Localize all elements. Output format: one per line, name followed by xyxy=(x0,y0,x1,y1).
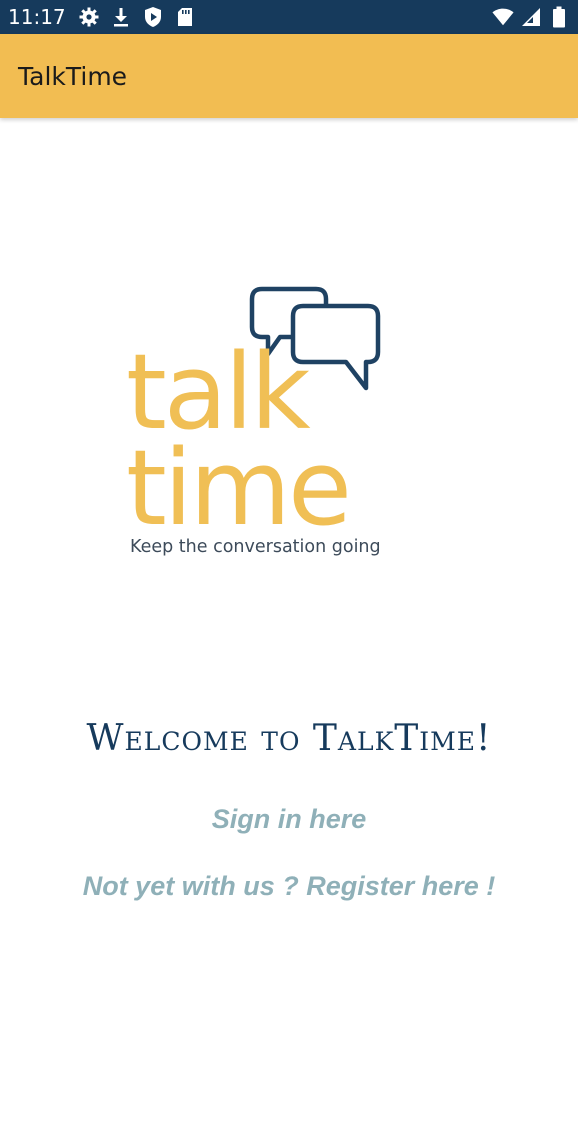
screen: 11:17 TalkTime talk time Keep the conver… xyxy=(0,0,578,1132)
download-icon xyxy=(110,6,132,28)
sd-card-icon xyxy=(174,6,196,28)
register-link[interactable]: Not yet with us ? Register here ! xyxy=(0,871,578,902)
status-bar: 11:17 xyxy=(0,0,578,34)
status-right-icons xyxy=(492,6,570,28)
app-bar: TalkTime xyxy=(0,34,578,118)
talktime-logo: talk time xyxy=(120,280,460,570)
signal-icon xyxy=(520,6,542,28)
battery-icon xyxy=(548,6,570,28)
logo-graphic: talk time xyxy=(126,286,381,549)
app-title: TalkTime xyxy=(18,61,128,91)
sign-in-link[interactable]: Sign in here xyxy=(0,804,578,835)
welcome-heading: Welcome to TalkTime! xyxy=(86,718,492,759)
logo-tagline: Keep the conversation going xyxy=(130,537,381,557)
settings-icon xyxy=(78,6,100,28)
wifi-icon xyxy=(492,6,514,28)
status-left-icons xyxy=(78,6,196,28)
shield-play-icon xyxy=(142,6,164,28)
status-time: 11:17 xyxy=(8,5,66,29)
logo-word-time: time xyxy=(126,427,349,540)
